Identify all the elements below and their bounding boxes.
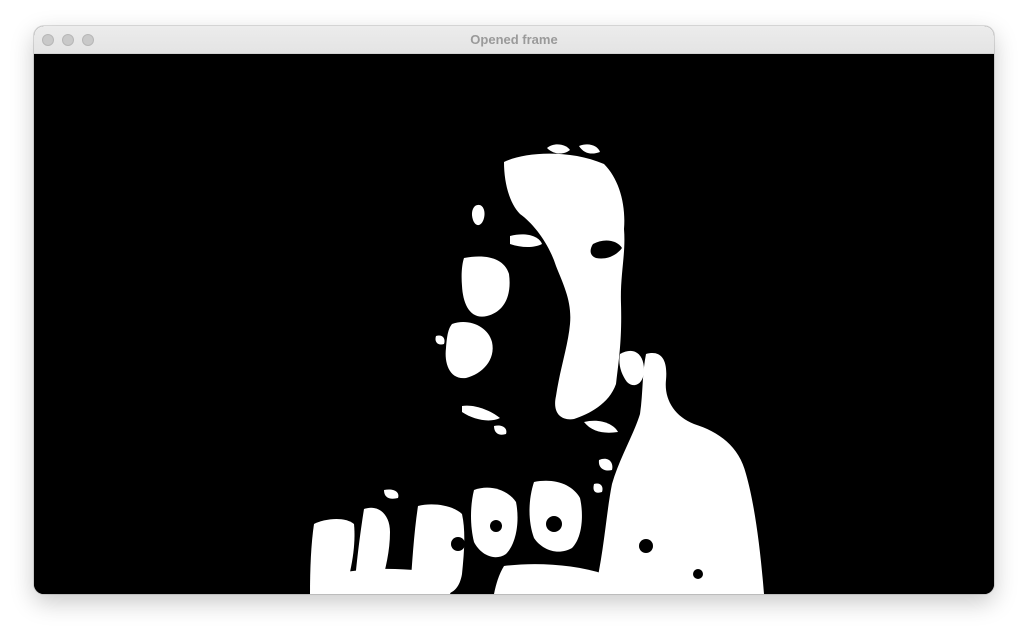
opencv-window: Opened frame	[34, 26, 994, 594]
binary-mask-image	[34, 54, 994, 594]
opened-frame-image	[34, 54, 994, 594]
window-title: Opened frame	[470, 32, 558, 47]
title-bar[interactable]: Opened frame	[34, 26, 994, 54]
